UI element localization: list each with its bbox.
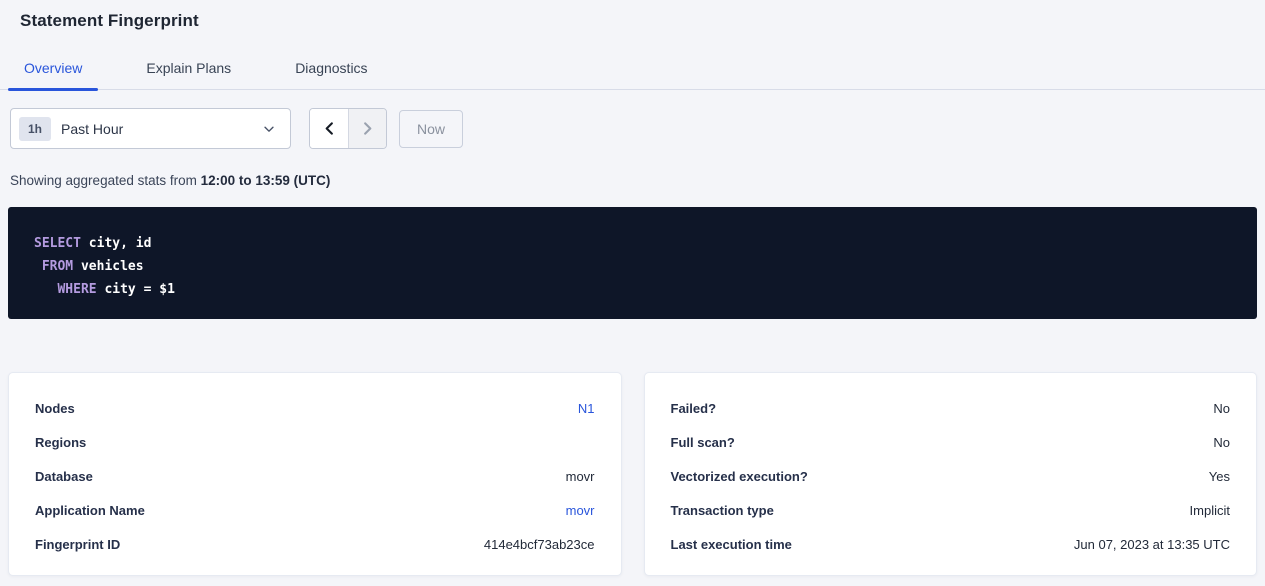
nodes-link[interactable]: N1 [578, 401, 595, 416]
tab-bar: Overview Explain Plans Diagnostics [0, 51, 1265, 90]
summary-row-nodes: Nodes N1 [35, 391, 595, 425]
sql-line: SELECT city, id [34, 232, 1237, 255]
summary-label: Nodes [35, 401, 75, 416]
time-range-badge: 1h [19, 117, 51, 141]
summary-value: Yes [1209, 469, 1230, 484]
sql-text: vehicles [73, 259, 143, 274]
execution-attributes-card: Failed? No Full scan? No Vectorized exec… [644, 372, 1258, 576]
summary-label: Fingerprint ID [35, 537, 120, 552]
summary-row-fingerprint-id: Fingerprint ID 414e4bcf73ab23ce [35, 527, 595, 561]
time-range-dropdown[interactable]: 1h Past Hour [10, 108, 291, 149]
chevron-down-icon [262, 122, 276, 136]
summary-cards: Nodes N1 Regions Database movr Applicati… [8, 372, 1257, 576]
time-range-selected: Past Hour [61, 121, 262, 137]
tab-diagnostics[interactable]: Diagnostics [279, 51, 383, 89]
summary-label: Transaction type [671, 503, 774, 518]
chevron-left-icon [322, 121, 337, 136]
sql-statement-box: SELECT city, id FROM vehicles WHERE city… [8, 207, 1257, 319]
sql-indent [34, 259, 42, 274]
summary-label: Regions [35, 435, 86, 450]
chevron-right-icon [360, 121, 375, 136]
now-button[interactable]: Now [399, 110, 463, 148]
summary-label: Vectorized execution? [671, 469, 808, 484]
statement-fingerprint-page: Statement Fingerprint Overview Explain P… [0, 0, 1265, 576]
sql-text: city = $1 [97, 282, 175, 297]
time-controls: 1h Past Hour Now [10, 108, 1265, 149]
summary-row-application-name: Application Name movr [35, 493, 595, 527]
summary-row-failed: Failed? No [671, 391, 1231, 425]
sql-line: FROM vehicles [34, 255, 1237, 278]
sql-keyword: SELECT [34, 236, 81, 251]
previous-range-button[interactable] [310, 109, 348, 148]
application-name-link[interactable]: movr [566, 503, 595, 518]
summary-value: No [1213, 401, 1230, 416]
statement-details-card: Nodes N1 Regions Database movr Applicati… [8, 372, 622, 576]
summary-row-vectorized: Vectorized execution? Yes [671, 459, 1231, 493]
tab-explain-plans[interactable]: Explain Plans [130, 51, 247, 89]
summary-row-database: Database movr [35, 459, 595, 493]
summary-row-full-scan: Full scan? No [671, 425, 1231, 459]
tab-overview[interactable]: Overview [8, 51, 98, 89]
summary-row-regions: Regions [35, 425, 595, 459]
summary-value: Implicit [1190, 503, 1230, 518]
summary-row-last-execution: Last execution time Jun 07, 2023 at 13:3… [671, 527, 1231, 561]
stats-prefix: Showing aggregated stats from [10, 173, 201, 188]
summary-label: Last execution time [671, 537, 792, 552]
summary-value: 414e4bcf73ab23ce [484, 537, 595, 552]
stats-range: 12:00 to 13:59 (UTC) [201, 173, 331, 188]
summary-label: Failed? [671, 401, 717, 416]
page-title: Statement Fingerprint [0, 0, 1265, 31]
sql-line: WHERE city = $1 [34, 278, 1237, 301]
sql-keyword: FROM [42, 259, 73, 274]
sql-text: city, id [81, 236, 151, 251]
aggregated-stats-line: Showing aggregated stats from 12:00 to 1… [10, 173, 1265, 188]
summary-value: movr [566, 469, 595, 484]
summary-value: Jun 07, 2023 at 13:35 UTC [1074, 537, 1230, 552]
summary-value: No [1213, 435, 1230, 450]
summary-label: Database [35, 469, 93, 484]
next-range-button[interactable] [348, 109, 386, 148]
summary-label: Application Name [35, 503, 145, 518]
time-range-arrows [309, 108, 387, 149]
sql-indent [34, 282, 57, 297]
sql-keyword: WHERE [57, 282, 96, 297]
summary-row-transaction-type: Transaction type Implicit [671, 493, 1231, 527]
summary-label: Full scan? [671, 435, 735, 450]
